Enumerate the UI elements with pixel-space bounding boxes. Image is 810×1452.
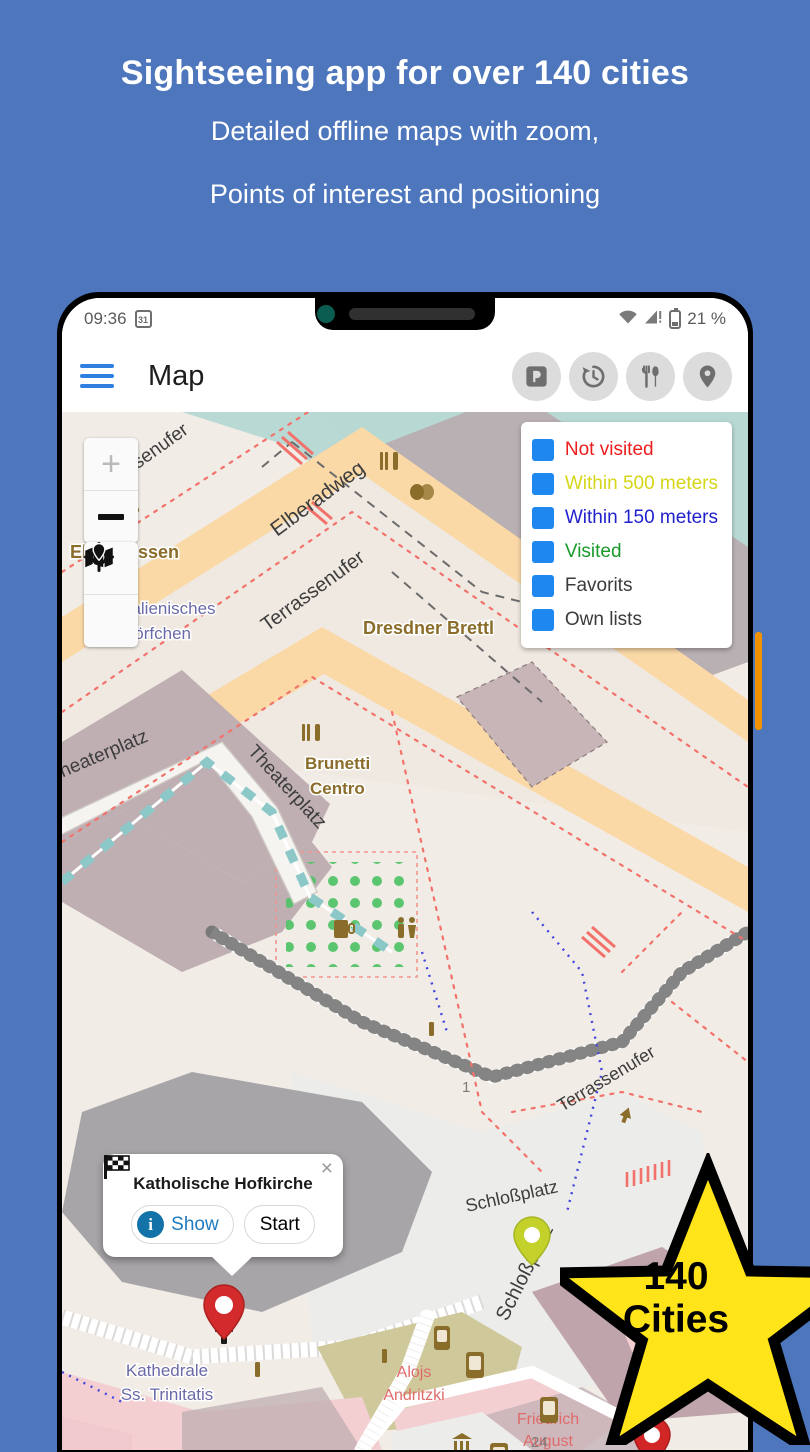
legend-item-favorits[interactable]: Favorits bbox=[520, 422, 718, 603]
svg-text:Brunetti: Brunetti bbox=[305, 754, 370, 773]
svg-text:Alojs: Alojs bbox=[397, 1364, 432, 1381]
earpiece-speaker bbox=[349, 308, 475, 320]
promo-subtitle-1: Detailed offline maps with zoom, bbox=[210, 116, 600, 147]
svg-text:1: 1 bbox=[462, 1079, 470, 1096]
battery-icon bbox=[669, 307, 682, 329]
history-icon bbox=[579, 362, 608, 391]
svg-text:Kathedrale: Kathedrale bbox=[126, 1361, 208, 1380]
map-pin-icon bbox=[694, 363, 721, 390]
checkbox-within-500[interactable] bbox=[520, 422, 554, 495]
start-button-label: Start bbox=[259, 1213, 300, 1235]
cutlery-icon bbox=[637, 363, 664, 390]
minus-icon bbox=[98, 514, 124, 520]
svg-text:Centro: Centro bbox=[310, 779, 365, 798]
zoom-in-button[interactable]: + bbox=[84, 438, 138, 490]
app-bar-actions bbox=[512, 351, 732, 401]
svg-text:Dresdner Brettl: Dresdner Brettl bbox=[363, 618, 494, 638]
map-callout: × Katholische Hofkirche i Show Start bbox=[103, 1154, 343, 1276]
page-title: Map bbox=[148, 359, 205, 392]
legend-item-within-500[interactable]: Within 500 meters bbox=[520, 422, 718, 501]
show-button[interactable]: i Show bbox=[131, 1205, 234, 1244]
legend-item-own-lists[interactable]: Own lists bbox=[520, 422, 718, 637]
promo-title: Sightseeing app for over 140 cities bbox=[120, 54, 690, 92]
history-button[interactable] bbox=[569, 351, 618, 401]
calendar-icon: 31 bbox=[134, 310, 152, 328]
parking-icon bbox=[523, 363, 550, 390]
svg-text:Andritzki: Andritzki bbox=[383, 1387, 444, 1404]
legend-label-own-lists: Own lists bbox=[564, 609, 642, 630]
wifi-icon bbox=[618, 309, 638, 330]
legend-label-within-150: Within 150 meters bbox=[564, 507, 718, 528]
checkbox-not-visited[interactable] bbox=[520, 422, 554, 461]
parking-button[interactable] bbox=[512, 351, 561, 401]
legend-item-within-150[interactable]: Within 150 meters bbox=[520, 422, 718, 535]
start-button[interactable]: Start bbox=[104, 1155, 315, 1244]
restaurants-button[interactable] bbox=[626, 351, 675, 401]
battery-percent: 21 % bbox=[687, 309, 726, 328]
plus-icon: + bbox=[101, 445, 121, 483]
checkbox-visited[interactable] bbox=[520, 422, 554, 563]
legend-label-within-500: Within 500 meters bbox=[564, 473, 718, 494]
legend-panel: Not visited Within 500 meters Within 150… bbox=[520, 422, 732, 648]
promo-subtitle-2: Points of interest and positioning bbox=[209, 179, 601, 210]
hamburger-menu-icon[interactable] bbox=[80, 364, 114, 388]
zoom-controls: + bbox=[84, 438, 138, 543]
svg-text:Ss. Trinitatis: Ss. Trinitatis bbox=[121, 1385, 214, 1404]
location-button[interactable] bbox=[683, 351, 732, 401]
checkbox-own-lists[interactable] bbox=[520, 422, 554, 631]
zoom-out-button[interactable] bbox=[84, 490, 138, 543]
info-circle-icon: i bbox=[137, 1211, 165, 1238]
callout-title: Katholische Hofkirche bbox=[133, 1174, 313, 1193]
map-layers-button[interactable] bbox=[84, 542, 138, 647]
front-camera-icon bbox=[317, 305, 335, 323]
checkbox-within-150[interactable] bbox=[520, 422, 554, 529]
location-controls bbox=[84, 542, 138, 647]
checkbox-favorits[interactable] bbox=[520, 422, 554, 597]
promo-header: Sightseeing app for over 140 cities Deta… bbox=[0, 0, 810, 210]
cellular-signal-icon bbox=[644, 308, 663, 330]
cities-badge: 140 Cities bbox=[537, 1150, 810, 1452]
legend-label-favorits: Favorits bbox=[564, 575, 633, 596]
star-shape bbox=[537, 1150, 810, 1452]
svg-text:24: 24 bbox=[531, 1434, 548, 1450]
close-icon[interactable]: × bbox=[321, 1158, 333, 1179]
status-time: 09:36 bbox=[84, 309, 127, 328]
legend-label-visited: Visited bbox=[564, 541, 622, 562]
phone-side-button[interactable] bbox=[755, 632, 762, 730]
legend-item-visited[interactable]: Visited bbox=[520, 422, 718, 569]
show-button-label: Show bbox=[171, 1213, 219, 1235]
legend-label-not-visited: Not visited bbox=[564, 439, 654, 460]
phone-notch bbox=[315, 298, 495, 330]
app-bar: Map bbox=[62, 340, 748, 412]
legend-item-not-visited[interactable]: Not visited bbox=[520, 422, 718, 467]
